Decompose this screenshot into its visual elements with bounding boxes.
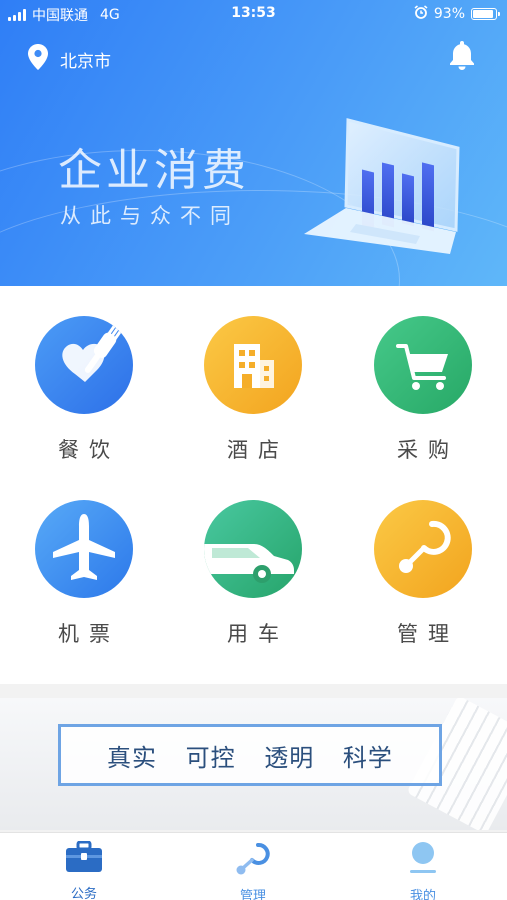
bottom-tab-bar: 公务 管理 我的: [0, 832, 507, 900]
banner-slogan: 真实 可控 透明 科学: [107, 743, 393, 772]
battery-icon: [471, 8, 500, 20]
airplane-icon: [35, 500, 133, 598]
service-management[interactable]: 管理: [353, 500, 493, 648]
laptop-chart-illustration: [300, 118, 470, 262]
tab-label: 公务: [70, 887, 97, 900]
tab-label: 我的: [409, 889, 436, 900]
service-label: 餐饮: [58, 438, 120, 462]
service-label: 采购: [397, 438, 459, 462]
notification-bell-icon[interactable]: [449, 40, 475, 74]
service-shopping[interactable]: 采购: [353, 316, 493, 464]
management-icon: [234, 843, 272, 879]
hero-subtitle: 从此与众不同: [60, 204, 240, 228]
tab-label: 管理: [239, 889, 266, 900]
battery-percentage: 93%: [433, 6, 465, 22]
car-icon: [204, 500, 302, 598]
service-dining[interactable]: 餐饮: [14, 316, 154, 464]
location-name: 北京市: [60, 52, 111, 72]
service-label: 用车: [227, 622, 289, 646]
service-grid: 餐饮 酒店 采购 机票 用车 管理: [0, 286, 507, 684]
service-label: 机票: [58, 622, 120, 646]
location-pin-icon: [28, 44, 48, 75]
briefcase-icon: [65, 840, 103, 877]
slogan-box: 真实 可控 透明 科学: [58, 724, 442, 786]
tab-management[interactable]: 管理: [193, 841, 313, 900]
service-label: 管理: [397, 622, 459, 646]
hero-title: 企业消费: [58, 145, 250, 196]
service-hotel[interactable]: 酒店: [183, 316, 323, 464]
tab-official[interactable]: 公务: [24, 840, 144, 900]
location-selector[interactable]: 北京市: [28, 44, 111, 75]
tab-profile[interactable]: 我的: [363, 841, 483, 900]
promo-banner[interactable]: 真实 可控 透明 科学: [0, 698, 507, 830]
service-label: 酒店: [227, 438, 289, 462]
service-car[interactable]: 用车: [183, 500, 323, 648]
profile-icon: [404, 842, 442, 879]
alarm-clock-icon: [414, 5, 428, 23]
status-bar: 中国联通 4G 13:53 93%: [0, 0, 507, 28]
shopping-cart-icon: [374, 316, 472, 414]
hotel-icon: [204, 316, 302, 414]
dining-icon: [35, 316, 133, 414]
service-flight[interactable]: 机票: [14, 500, 154, 648]
hero-banner: 北京市 企业消费 从此与众不同: [0, 0, 507, 286]
management-icon: [374, 500, 472, 598]
